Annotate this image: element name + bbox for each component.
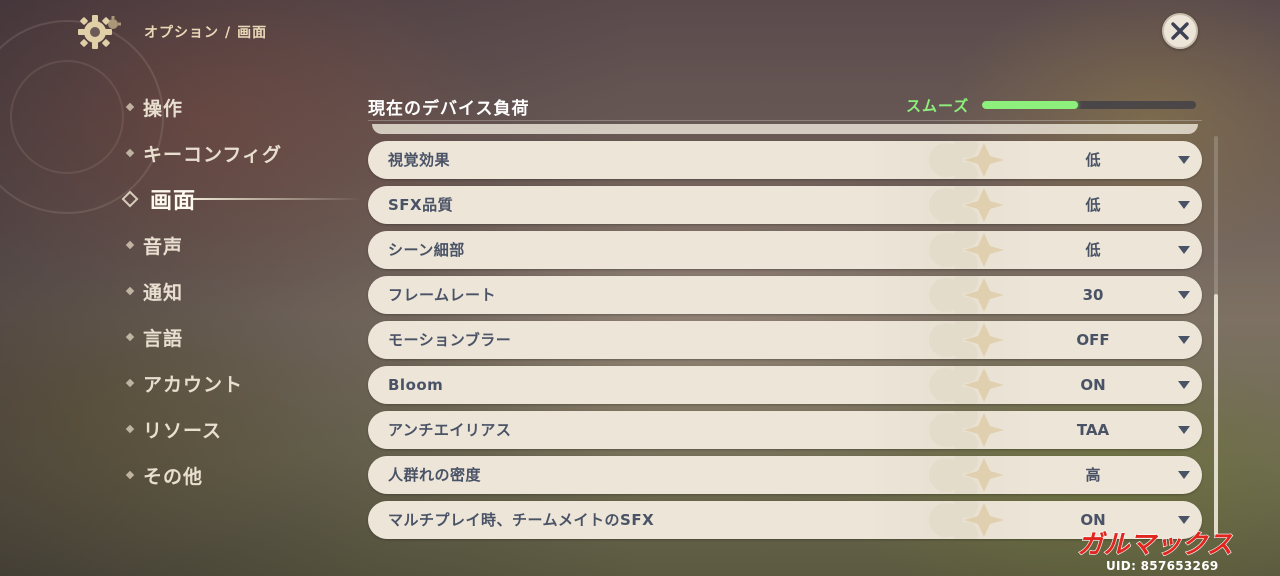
setting-label: マルチプレイ時、チームメイトのSFX bbox=[388, 511, 655, 529]
scrollbar-thumb[interactable] bbox=[1214, 294, 1218, 536]
device-load-title: 現在のデバイス負荷 bbox=[368, 99, 530, 119]
decorative-emblem-inner bbox=[10, 60, 124, 174]
setting-value-dropdown[interactable]: TAA bbox=[993, 411, 1193, 449]
setting-label: フレームレート bbox=[388, 286, 497, 304]
device-load-fill bbox=[982, 101, 1079, 109]
sidebar-menu: 操作 キーコンフィグ 画面 音声 通知 言語 アカウント リソース その他 bbox=[121, 84, 362, 498]
sidebar-item-account[interactable]: アカウント bbox=[122, 360, 352, 406]
sidebar-item-key-config[interactable]: キーコンフィグ bbox=[122, 130, 352, 176]
caret-down-icon[interactable] bbox=[1178, 336, 1190, 344]
breadcrumb-page: 画面 bbox=[237, 25, 268, 41]
setting-label: SFX品質 bbox=[388, 196, 454, 214]
sidebar-item-label: アカウント bbox=[143, 373, 244, 396]
setting-value-dropdown[interactable]: 高 bbox=[993, 456, 1193, 494]
bullet-icon bbox=[125, 470, 135, 480]
active-bullet-icon bbox=[121, 190, 139, 208]
watermark-logo: ガルマックス bbox=[1077, 529, 1233, 558]
sidebar-item-notifications[interactable]: 通知 bbox=[122, 268, 352, 314]
setting-row-scene-detail[interactable]: シーン細部 低 bbox=[368, 231, 1202, 269]
bullet-icon bbox=[125, 378, 135, 388]
settings-list: 視覚効果 低 SFX品質 低 シーン細部 低 フレームレート 30 モーションブ… bbox=[368, 141, 1202, 546]
caret-down-icon[interactable] bbox=[1178, 516, 1190, 524]
setting-label: 視覚効果 bbox=[388, 151, 451, 169]
sidebar-item-label: キーコンフィグ bbox=[143, 143, 283, 166]
bullet-icon bbox=[125, 102, 135, 112]
sidebar-item-resources[interactable]: リソース bbox=[122, 406, 352, 452]
breadcrumb: オプション / 画面 bbox=[144, 22, 267, 42]
sidebar-item-other[interactable]: その他 bbox=[122, 452, 352, 498]
sidebar-item-graphics[interactable]: 画面 bbox=[121, 176, 362, 222]
breadcrumb-section: オプション bbox=[144, 25, 219, 41]
setting-row-crowd-density[interactable]: 人群れの密度 高 bbox=[368, 456, 1202, 494]
setting-row-sfx-quality[interactable]: SFX品質 低 bbox=[368, 186, 1202, 224]
device-load-status: スムーズ bbox=[906, 97, 970, 115]
bullet-icon bbox=[125, 286, 135, 296]
gear-icon bbox=[76, 12, 122, 52]
caret-down-icon[interactable] bbox=[1178, 156, 1190, 164]
partial-setting-row[interactable] bbox=[372, 124, 1198, 134]
setting-label: アンチエイリアス bbox=[388, 421, 512, 439]
setting-row-anti-aliasing[interactable]: アンチエイリアス TAA bbox=[368, 411, 1202, 449]
bullet-icon bbox=[125, 424, 135, 434]
sidebar-item-label: 音声 bbox=[143, 235, 184, 258]
scrollbar[interactable] bbox=[1214, 136, 1218, 536]
sidebar-item-audio[interactable]: 音声 bbox=[122, 222, 352, 268]
uid-label: UID: 857653269 bbox=[1106, 559, 1219, 573]
breadcrumb-separator: / bbox=[225, 25, 232, 41]
setting-value-dropdown[interactable]: 低 bbox=[993, 186, 1193, 224]
caret-down-icon[interactable] bbox=[1178, 381, 1190, 389]
watermark-logo-text: ガルマックス bbox=[1077, 530, 1232, 558]
sidebar-item-label: リソース bbox=[143, 419, 223, 442]
bullet-icon bbox=[125, 240, 135, 250]
sidebar-item-label: 言語 bbox=[143, 327, 184, 350]
setting-row-bloom[interactable]: Bloom ON bbox=[368, 366, 1202, 404]
caret-down-icon[interactable] bbox=[1178, 291, 1190, 299]
caret-down-icon[interactable] bbox=[1178, 246, 1190, 254]
bullet-icon bbox=[125, 332, 135, 342]
sidebar-item-language[interactable]: 言語 bbox=[122, 314, 352, 360]
setting-label: 人群れの密度 bbox=[388, 466, 482, 484]
setting-value-dropdown[interactable]: 低 bbox=[993, 231, 1193, 269]
divider bbox=[368, 120, 1202, 121]
active-highlight bbox=[192, 198, 362, 200]
sidebar-item-label: 通知 bbox=[143, 281, 184, 304]
bullet-icon bbox=[125, 148, 135, 158]
setting-value-dropdown[interactable]: OFF bbox=[993, 321, 1193, 359]
setting-label: モーションブラー bbox=[388, 331, 512, 349]
sidebar-item-label: 画面 bbox=[150, 189, 197, 214]
sidebar-item-label: 操作 bbox=[143, 97, 184, 120]
caret-down-icon[interactable] bbox=[1178, 201, 1190, 209]
setting-row-motion-blur[interactable]: モーションブラー OFF bbox=[368, 321, 1202, 359]
device-load-bar bbox=[982, 101, 1196, 109]
setting-label: Bloom bbox=[388, 376, 444, 394]
setting-row-frame-rate[interactable]: フレームレート 30 bbox=[368, 276, 1202, 314]
setting-value-dropdown[interactable]: 低 bbox=[993, 141, 1193, 179]
caret-down-icon[interactable] bbox=[1178, 471, 1190, 479]
caret-down-icon[interactable] bbox=[1178, 426, 1190, 434]
setting-row-visual-effects[interactable]: 視覚効果 低 bbox=[368, 141, 1202, 179]
sidebar-item-controls[interactable]: 操作 bbox=[122, 84, 352, 130]
setting-label: シーン細部 bbox=[388, 241, 465, 259]
close-icon bbox=[1171, 22, 1189, 40]
setting-value-dropdown[interactable]: ON bbox=[993, 366, 1193, 404]
setting-value-dropdown[interactable]: 30 bbox=[993, 276, 1193, 314]
close-button[interactable] bbox=[1162, 13, 1198, 49]
sidebar-item-label: その他 bbox=[143, 465, 204, 488]
settings-screen: オプション / 画面 操作 キーコンフィグ 画面 音声 通知 言語 アカウント … bbox=[0, 0, 1280, 576]
